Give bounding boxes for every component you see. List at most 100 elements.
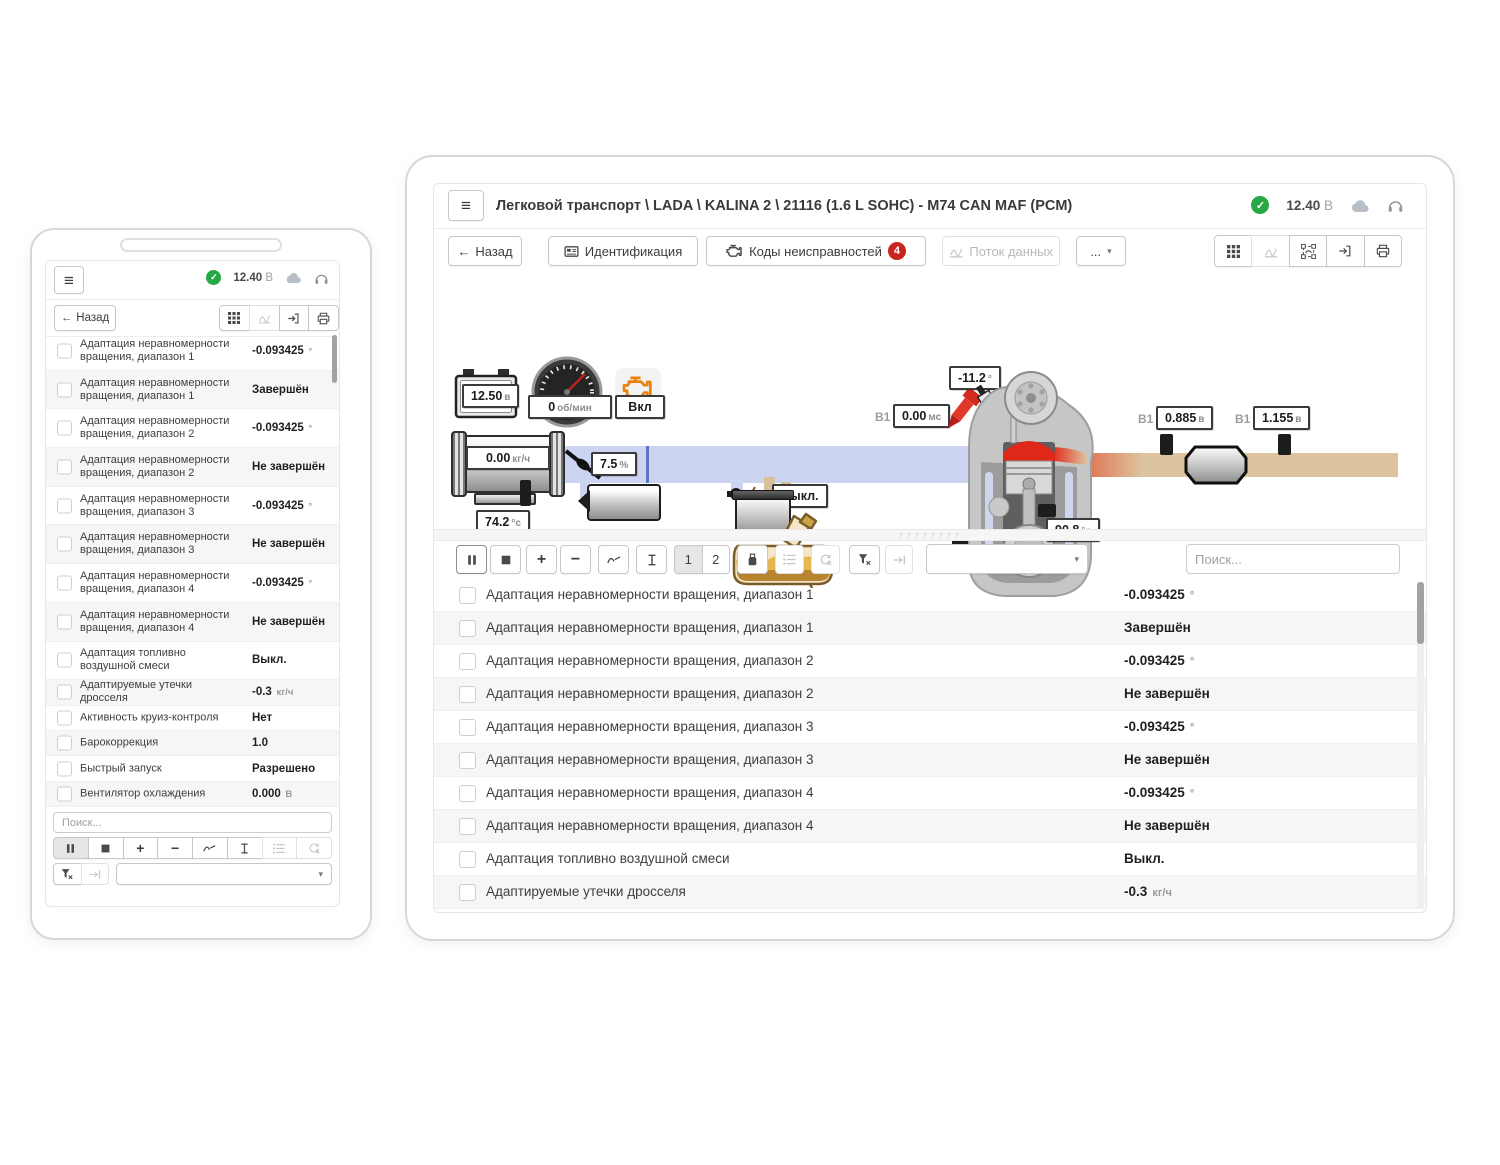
headphones-icon[interactable] <box>314 271 329 285</box>
row-checkbox[interactable] <box>57 761 72 776</box>
row-checkbox[interactable] <box>57 537 72 552</box>
row-checkbox[interactable] <box>57 459 72 474</box>
row-checkbox[interactable] <box>57 498 72 513</box>
clear-filter-button[interactable] <box>849 545 880 574</box>
apply-button[interactable] <box>81 863 110 885</box>
coolant-sensor <box>1038 504 1056 517</box>
menu-button[interactable]: ≡ <box>54 266 84 294</box>
list-item[interactable]: Быстрый запускРазрешено <box>46 756 339 781</box>
preset-dropdown[interactable]: ▾ <box>926 544 1088 574</box>
row-label: Адаптация неравномерности вращения, диап… <box>80 454 238 480</box>
row-checkbox[interactable] <box>57 614 72 629</box>
list-item[interactable]: Адаптация неравномерности вращения, диап… <box>46 487 339 526</box>
row-checkbox[interactable] <box>459 686 476 703</box>
search-input[interactable] <box>1186 544 1400 574</box>
chart-view-button[interactable] <box>249 305 280 331</box>
table-row[interactable]: Адаптация топливно воздушной смесиВыкл. <box>434 843 1426 876</box>
row-checkbox[interactable] <box>57 421 72 436</box>
reset-button[interactable] <box>296 837 332 859</box>
search-input[interactable] <box>53 812 332 833</box>
list-item[interactable]: Адаптация неравномерности вращения, диап… <box>46 332 339 371</box>
row-checkbox[interactable] <box>57 786 72 801</box>
table-row[interactable]: Адаптация неравномерности вращения, диап… <box>434 612 1426 645</box>
save-button[interactable] <box>737 545 768 574</box>
list-item[interactable]: Адаптация неравномерности вращения, диап… <box>46 409 339 448</box>
row-checkbox[interactable] <box>57 575 72 590</box>
list-scrollbar-thumb[interactable] <box>332 335 337 383</box>
stop-button[interactable] <box>490 545 521 574</box>
row-checkbox[interactable] <box>459 884 476 901</box>
grid-view-button[interactable] <box>1214 235 1252 267</box>
list-item[interactable]: Адаптация неравномерности вращения, диап… <box>46 448 339 487</box>
table-row[interactable]: Адаптируемые утечки дросселя-0.3 кг/ч <box>434 876 1426 909</box>
print-button[interactable] <box>1364 235 1402 267</box>
table-row[interactable]: Адаптация неравномерности вращения, диап… <box>434 678 1426 711</box>
stop-button[interactable] <box>88 837 124 859</box>
identification-button[interactable]: Идентификация <box>548 236 698 266</box>
remove-button[interactable]: − <box>157 837 193 859</box>
data-stream-button[interactable]: Поток данных <box>942 236 1060 266</box>
list-item[interactable]: Адаптация неравномерности вращения, диап… <box>46 371 339 410</box>
row-checkbox[interactable] <box>57 343 72 358</box>
export-button[interactable] <box>1326 235 1364 267</box>
list-item[interactable]: Адаптация топливно воздушной смесиВыкл. <box>46 642 339 681</box>
export-button[interactable] <box>279 305 310 331</box>
cloud-icon[interactable] <box>1350 198 1370 213</box>
menu-button[interactable]: ≡ <box>448 190 484 221</box>
smoothing-button[interactable] <box>192 837 228 859</box>
page-2-button[interactable]: 2 <box>702 545 731 574</box>
row-checkbox[interactable] <box>459 587 476 604</box>
list-item[interactable]: Адаптируемые утечки дросселя-0.3 кг/ч <box>46 680 339 705</box>
list-item[interactable]: Адаптация неравномерности вращения, диап… <box>46 525 339 564</box>
scale-button[interactable] <box>227 837 263 859</box>
list-item[interactable]: Активность круиз-контроляНет <box>46 706 339 731</box>
scale-button[interactable] <box>636 545 667 574</box>
row-checkbox[interactable] <box>459 719 476 736</box>
table-row[interactable]: Адаптация неравномерности вращения, диап… <box>434 645 1426 678</box>
row-checkbox[interactable] <box>57 685 72 700</box>
apply-button[interactable] <box>885 545 913 574</box>
list-item[interactable]: Адаптация неравномерности вращения, диап… <box>46 564 339 603</box>
more-button[interactable]: ...▾ <box>1076 236 1126 266</box>
smoothing-button[interactable] <box>598 545 629 574</box>
diagram-view-button[interactable] <box>1289 235 1327 267</box>
row-checkbox[interactable] <box>459 653 476 670</box>
row-checkbox[interactable] <box>57 382 72 397</box>
chart-view-button[interactable] <box>1251 235 1289 267</box>
row-checkbox[interactable] <box>459 818 476 835</box>
headphones-icon[interactable] <box>1387 197 1404 213</box>
fault-codes-button[interactable]: Коды неисправностей 4 <box>706 236 926 266</box>
table-row[interactable]: Адаптация неравномерности вращения, диап… <box>434 711 1426 744</box>
row-checkbox[interactable] <box>459 851 476 868</box>
list-options-button[interactable] <box>775 545 804 574</box>
list-item[interactable]: Вентилятор охлаждения0.000 В <box>46 782 339 807</box>
pause-button[interactable] <box>53 837 89 859</box>
row-checkbox[interactable] <box>459 785 476 802</box>
remove-button[interactable]: − <box>560 545 591 574</box>
table-row[interactable]: Адаптация неравномерности вращения, диап… <box>434 579 1426 612</box>
clear-filter-button[interactable] <box>53 863 82 885</box>
table-row[interactable]: Адаптация неравномерности вращения, диап… <box>434 777 1426 810</box>
table-scrollbar-thumb[interactable] <box>1417 582 1424 644</box>
reset-button[interactable] <box>811 545 840 574</box>
row-checkbox[interactable] <box>57 653 72 668</box>
list-options-button[interactable] <box>262 837 298 859</box>
list-item[interactable]: Барокоррекция1.0 <box>46 731 339 756</box>
row-checkbox[interactable] <box>459 620 476 637</box>
pause-button[interactable] <box>456 545 487 574</box>
cloud-icon[interactable] <box>285 271 302 284</box>
list-item[interactable]: Адаптация неравномерности вращения, диап… <box>46 603 339 642</box>
row-checkbox[interactable] <box>57 710 72 725</box>
row-checkbox[interactable] <box>459 752 476 769</box>
table-row[interactable]: Адаптация неравномерности вращения, диап… <box>434 744 1426 777</box>
page-1-button[interactable]: 1 <box>674 545 703 574</box>
add-button[interactable]: + <box>526 545 557 574</box>
back-button[interactable]: ←Назад <box>448 236 522 266</box>
back-button[interactable]: ←Назад <box>54 305 116 331</box>
row-checkbox[interactable] <box>57 736 72 751</box>
grid-view-button[interactable] <box>219 305 250 331</box>
add-button[interactable]: + <box>123 837 159 859</box>
table-row[interactable]: Адаптация неравномерности вращения, диап… <box>434 810 1426 843</box>
preset-dropdown[interactable]: ▾ <box>116 863 332 885</box>
print-button[interactable] <box>308 305 339 331</box>
